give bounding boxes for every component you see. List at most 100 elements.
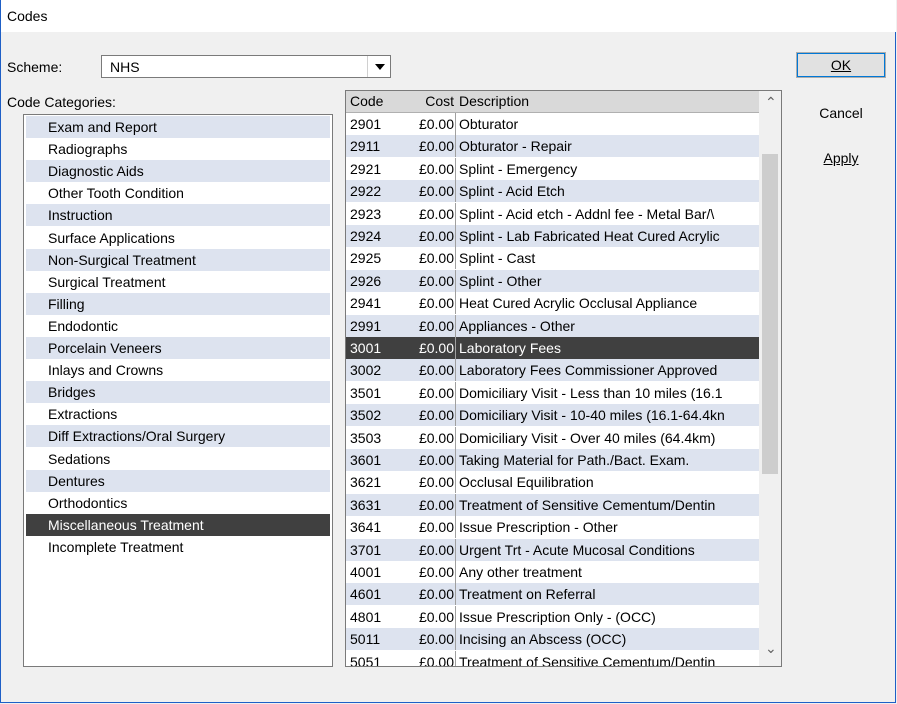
- category-item[interactable]: Non-Surgical Treatment: [26, 248, 330, 271]
- cost-cell: £0.00: [418, 116, 454, 132]
- description-cell: Treatment of Sensitive Cementum/Dentin: [459, 496, 716, 513]
- description-cell: Appliances - Other: [459, 317, 575, 334]
- table-row[interactable]: 5051 £0.00 Treatment of Sensitive Cementum…: [346, 650, 759, 667]
- category-item[interactable]: Exam and Report: [26, 116, 330, 138]
- codes-grid[interactable]: Code Cost Description 2901 £0.00 Obturator…: [345, 90, 782, 667]
- table-row[interactable]: 2921 £0.00 Splint - Emergency: [346, 157, 759, 180]
- table-row[interactable]: 2911 £0.00 Obturator - Repair: [346, 135, 759, 158]
- cost-cell: £0.00: [418, 631, 454, 648]
- column-header-description[interactable]: Description: [459, 93, 529, 109]
- column-header-code[interactable]: Code: [350, 93, 383, 109]
- scroll-up-icon[interactable]: [765, 94, 777, 111]
- code-cell: 3502: [350, 407, 382, 424]
- cost-cell: £0.00: [418, 519, 454, 536]
- code-cell: 2901: [350, 116, 382, 132]
- scroll-down-icon[interactable]: [765, 640, 777, 660]
- table-row[interactable]: 3001 £0.00 Laboratory Fees: [346, 337, 759, 359]
- code-cell: 2923: [350, 205, 382, 222]
- category-item[interactable]: Incomplete Treatment: [26, 536, 330, 558]
- apply-label: Apply: [823, 150, 859, 166]
- table-row[interactable]: 2923 £0.00 Splint - Acid etch - Addnl fee …: [346, 202, 759, 225]
- column-divider: [455, 113, 456, 135]
- category-item[interactable]: Instruction: [26, 204, 330, 227]
- category-item[interactable]: Miscellaneous Treatment: [26, 513, 330, 536]
- table-row[interactable]: 3631 £0.00 Treatment of Sensitive Cementum…: [346, 493, 759, 516]
- scheme-label: Scheme:: [7, 59, 63, 75]
- table-row[interactable]: 4601 £0.00 Treatment on Referral: [346, 583, 759, 606]
- cost-cell: £0.00: [418, 608, 454, 625]
- category-item[interactable]: Bridges: [26, 381, 330, 404]
- cost-cell: £0.00: [418, 205, 454, 222]
- table-row[interactable]: 3501 £0.00 Domiciliary Visit - Less than 1…: [346, 381, 759, 404]
- description-cell: Taking Material for Path./Bact. Exam.: [459, 452, 690, 468]
- code-cell: 2941: [350, 295, 382, 312]
- chevron-down-icon[interactable]: [367, 56, 390, 77]
- cost-cell: £0.00: [418, 541, 454, 558]
- column-divider: [455, 314, 456, 337]
- scheme-dropdown[interactable]: NHS: [101, 55, 391, 78]
- code-categories-list[interactable]: Exam and Report Radiographs Diagnostic Aid…: [23, 114, 333, 667]
- category-item[interactable]: Dentures: [26, 469, 330, 492]
- column-divider: [455, 426, 456, 449]
- column-divider: [455, 650, 456, 666]
- scrollbar-thumb[interactable]: [762, 154, 778, 474]
- apply-button[interactable]: Apply: [796, 145, 886, 171]
- column-divider: [455, 471, 456, 494]
- table-row[interactable]: 4001 £0.00 Any other treatment: [346, 561, 759, 583]
- code-cell: 2925: [350, 250, 382, 267]
- table-row[interactable]: 3641 £0.00 Issue Prescription - Other: [346, 516, 759, 539]
- code-cell: 2921: [350, 160, 382, 177]
- table-row[interactable]: 3601 £0.00 Taking Material for Path./Bact.…: [346, 449, 759, 471]
- category-item[interactable]: Inlays and Crowns: [26, 359, 330, 381]
- category-item[interactable]: Surgical Treatment: [26, 271, 330, 293]
- cost-cell: £0.00: [418, 340, 454, 356]
- category-item[interactable]: Orthodontics: [26, 492, 330, 514]
- description-cell: Laboratory Fees Commissioner Approved: [459, 362, 718, 379]
- table-row[interactable]: 2941 £0.00 Heat Cured Acrylic Occlusal App…: [346, 292, 759, 315]
- category-item[interactable]: Surface Applications: [26, 227, 330, 249]
- column-divider: [455, 337, 456, 359]
- description-cell: Heat Cured Acrylic Occlusal Appliance: [459, 295, 698, 312]
- cost-cell: £0.00: [418, 653, 454, 667]
- cost-cell: £0.00: [418, 138, 454, 155]
- column-divider: [455, 449, 456, 471]
- table-row[interactable]: 3002 £0.00 Laboratory Fees Commissioner Ap…: [346, 359, 759, 382]
- category-item[interactable]: Other Tooth Condition: [26, 182, 330, 204]
- table-row[interactable]: 3503 £0.00 Domiciliary Visit - Over 40 mil…: [346, 426, 759, 449]
- description-cell: Urgent Trt - Acute Mucosal Conditions: [459, 541, 695, 558]
- cost-cell: £0.00: [418, 452, 454, 468]
- table-row[interactable]: 2926 £0.00 Splint - Other: [346, 269, 759, 292]
- table-row[interactable]: 3701 £0.00 Urgent Trt - Acute Mucosal Cond…: [346, 538, 759, 561]
- table-row[interactable]: 2924 £0.00 Splint - Lab Fabricated Heat Cu…: [346, 225, 759, 247]
- column-divider: [455, 292, 456, 315]
- table-row[interactable]: 2991 £0.00 Appliances - Other: [346, 314, 759, 337]
- table-row[interactable]: 2922 £0.00 Splint - Acid Etch: [346, 180, 759, 203]
- column-divider: [455, 225, 456, 247]
- category-item[interactable]: Radiographs: [26, 138, 330, 160]
- category-item[interactable]: Diagnostic Aids: [26, 160, 330, 183]
- ok-button[interactable]: OK: [796, 52, 886, 78]
- cost-cell: £0.00: [418, 407, 454, 424]
- table-row[interactable]: 2925 £0.00 Splint - Cast: [346, 247, 759, 270]
- column-header-cost[interactable]: Cost: [400, 93, 454, 109]
- table-row[interactable]: 2901 £0.00 Obturator: [346, 113, 759, 135]
- table-row[interactable]: 5011 £0.00 Incising an Abscess (OCC): [346, 628, 759, 651]
- column-divider: [455, 135, 456, 158]
- category-item[interactable]: Filling: [26, 292, 330, 315]
- category-item[interactable]: Extractions: [26, 403, 330, 425]
- description-cell: Splint - Acid Etch: [459, 183, 565, 200]
- cancel-button[interactable]: Cancel: [796, 100, 886, 126]
- description-cell: Obturator: [459, 116, 519, 132]
- category-item[interactable]: Porcelain Veneers: [26, 337, 330, 359]
- table-row[interactable]: 3502 £0.00 Domiciliary Visit - 10-40 miles…: [346, 404, 759, 427]
- category-item[interactable]: Diff Extractions/Oral Surgery: [26, 425, 330, 448]
- category-item[interactable]: Endodontic: [26, 315, 330, 337]
- table-row[interactable]: 4801 £0.00 Issue Prescription Only - (OCC): [346, 605, 759, 628]
- column-divider: [455, 381, 456, 404]
- category-item[interactable]: Sedations: [26, 448, 330, 470]
- table-row[interactable]: 3621 £0.00 Occlusal Equilibration: [346, 471, 759, 494]
- column-divider: [455, 269, 456, 292]
- vertical-scrollbar[interactable]: [759, 91, 781, 666]
- window-title: Codes: [7, 8, 48, 24]
- description-cell: Domiciliary Visit - Over 40 miles (64.4k…: [459, 429, 716, 446]
